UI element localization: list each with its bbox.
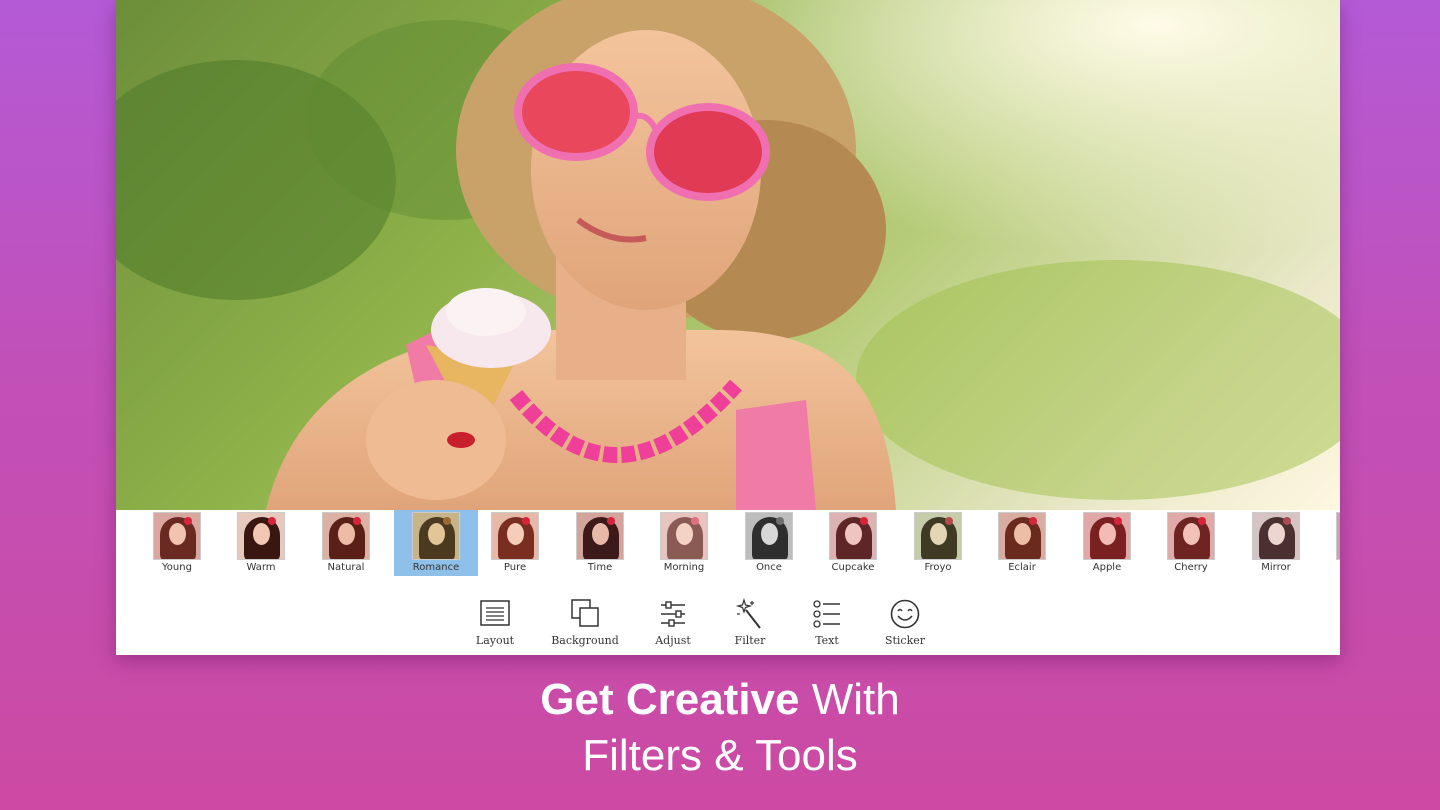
filter-label: Cherry [1174,562,1208,573]
photo-canvas[interactable] [116,0,1340,510]
tool-label: Background [551,634,619,647]
filter-label: Mirror [1261,562,1291,573]
filter-next-partial[interactable] [1318,510,1340,576]
filter-thumbnail [576,512,624,560]
filter-label: Time [587,562,613,573]
filter-thumbnail [829,512,877,560]
background-icon [571,599,599,627]
filter-cherry[interactable]: Cherry [1149,510,1233,576]
filter-thumbnail [491,512,539,560]
filter-warm[interactable]: Warm [219,510,303,576]
filter-label: Young [162,562,192,573]
filter-label: Warm [246,562,276,573]
filter-label: Apple [1092,562,1122,573]
filter-romance[interactable]: Romance [394,510,478,576]
tool-background[interactable]: Background [545,592,625,648]
filter-label: Pure [503,562,527,573]
filter-cupcake[interactable]: Cupcake [811,510,895,576]
bottom-toolbar: Layout Background Adjust Filter Text Sti… [116,578,1340,655]
tool-label: Sticker [884,634,926,647]
filter-thumbnail [237,512,285,560]
filter-once[interactable]: Once [727,510,811,576]
adjust-icon [661,601,685,627]
filter-apple[interactable]: Apple [1065,510,1149,576]
filter-mirror[interactable]: Mirror [1234,510,1318,576]
filter-label: Cupcake [831,562,875,573]
tool-label: Adjust [655,634,691,647]
filter-strip[interactable]: Young Warm Natural Romance Pure Time Mor… [116,510,1340,578]
tool-filter[interactable]: Filter [710,592,790,648]
filter-thumbnail [1083,512,1131,560]
filter-thumbnail [412,512,460,560]
filter-morning[interactable]: Morning [642,510,726,576]
filter-label: Froyo [924,562,952,573]
filter-thumbnail [745,512,793,560]
promo-headline-bold: Get Creative [540,675,800,724]
tool-layout[interactable]: Layout [455,592,535,648]
filter-thumbnail [914,512,962,560]
filter-wand-icon [735,598,761,629]
filter-eclair[interactable]: Eclair [980,510,1064,576]
filter-thumbnail [153,512,201,560]
text-list-icon [813,600,840,628]
tool-text[interactable]: Text [787,592,867,648]
tool-adjust[interactable]: Adjust [633,592,713,648]
app-window: Young Warm Natural Romance Pure Time Mor… [116,0,1340,655]
tool-label: Layout [475,634,515,647]
filter-label: Romance [412,562,460,573]
filter-time[interactable]: Time [558,510,642,576]
filter-label: Natural [327,562,365,573]
filter-thumbnail [1336,512,1340,560]
layout-icon [480,600,510,626]
photo-illustration [116,0,1340,510]
filter-thumbnail [1252,512,1300,560]
filter-pure[interactable]: Pure [473,510,557,576]
filter-label: Morning [663,562,705,573]
filter-label: Eclair [1008,562,1036,573]
filter-young[interactable]: Young [135,510,219,576]
filter-thumbnail [322,512,370,560]
filter-label: Once [756,562,782,573]
promo-headline-line1: Get Creative With [0,672,1440,728]
tool-label: Text [815,634,839,647]
filter-thumbnail [1167,512,1215,560]
smiley-sticker-icon [890,599,920,629]
promo-headline-rest: With [799,675,900,724]
filter-froyo[interactable]: Froyo [896,510,980,576]
filter-natural[interactable]: Natural [304,510,388,576]
promo-headline-line2: Filters & Tools [582,731,858,780]
tool-label: Filter [734,634,766,647]
tool-sticker[interactable]: Sticker [865,592,945,648]
filter-thumbnail [660,512,708,560]
promo-headline: Get Creative With Filters & Tools [0,672,1440,784]
filter-thumbnail [998,512,1046,560]
